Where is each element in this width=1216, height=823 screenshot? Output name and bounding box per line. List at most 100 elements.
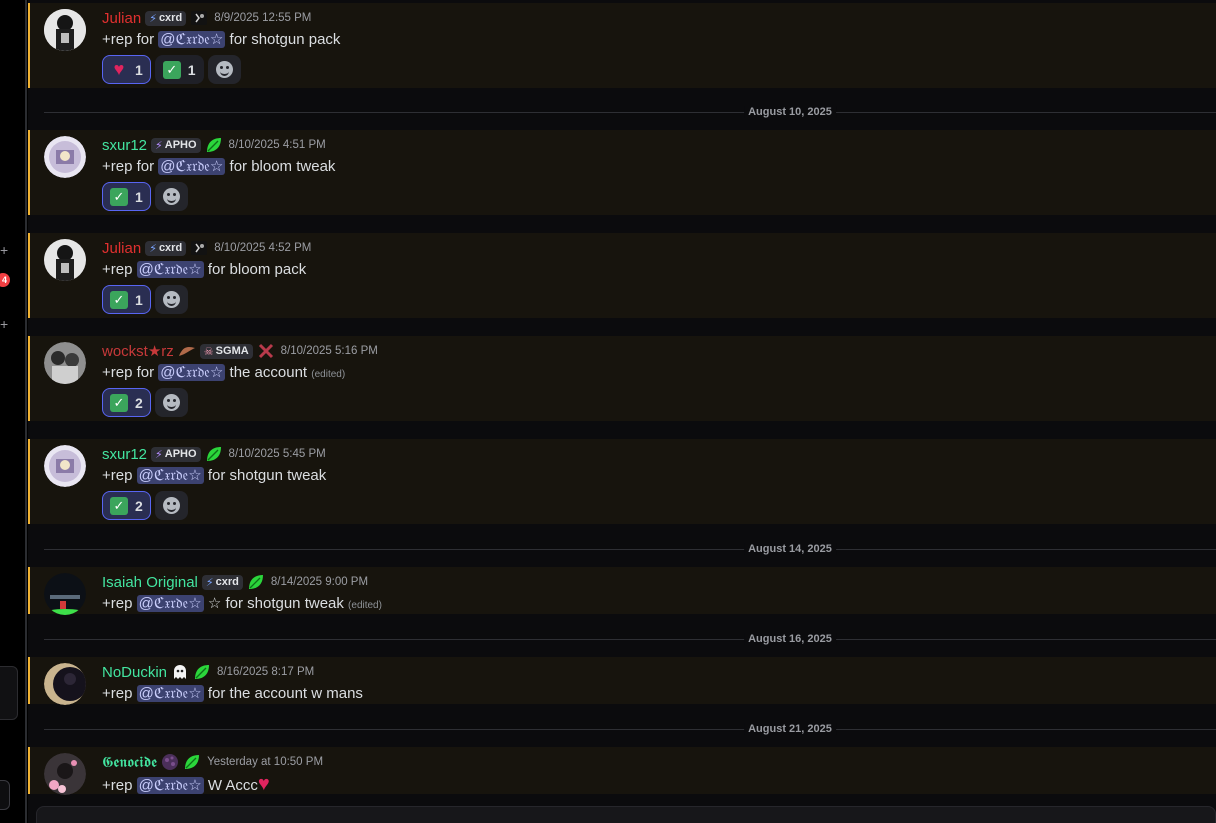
message: 𝕲𝖊𝖓𝖔𝖈𝖎𝖉𝖊 Yesterday at 10:50 PM +rep @ℭ𝔵𝔯… [28,747,1216,795]
timestamp: 8/14/2025 9:00 PM [270,576,369,588]
date-divider [44,729,1216,730]
bolt-icon: ⚡ [155,448,163,461]
edited-label: (edited) [311,369,346,380]
timestamp: 8/10/2025 5:16 PM [280,345,378,357]
reactions: ✓ 2 [102,388,188,417]
message: sxur12 ⚡ APHO 8/10/2025 5:45 PM +rep @ℭ𝔵𝔯… [28,439,1216,524]
avatar[interactable] [44,9,86,51]
bolt-icon: ⚡ [149,242,157,255]
add-reaction-button[interactable] [154,182,188,211]
message-input[interactable] [36,806,1216,823]
date-divider-label: August 10, 2025 [744,106,836,118]
badge-icon [190,9,208,27]
strip-scrollbar[interactable] [25,0,27,823]
avatar[interactable] [44,445,86,487]
badge-icon [190,239,208,257]
timestamp: 8/10/2025 4:52 PM [214,242,312,254]
user-mention[interactable]: @ℭ𝔵𝔯𝔡𝔢☆ [136,467,204,484]
heart-icon: ♥ [113,59,125,79]
reaction-check[interactable]: ✓ 1 [102,182,151,211]
smile-icon [162,497,180,514]
username[interactable]: wockst★rz [102,342,174,360]
reaction-check[interactable]: ✓ 2 [102,388,151,417]
server-strip: + 4 + [0,0,28,823]
leaf-icon [247,573,265,591]
check-icon: ✓ [110,187,128,206]
username[interactable]: Isaiah Original [102,574,198,591]
avatar[interactable] [44,753,86,795]
user-mention[interactable]: @ℭ𝔵𝔯𝔡𝔢☆ [136,777,204,794]
skull-icon: ☠ [203,345,214,358]
reactions: ✓ 2 [102,491,188,520]
clan-tag[interactable]: ⚡ cxrd [145,240,187,256]
server-icon[interactable] [0,780,10,810]
clan-tag[interactable]: ☠ SGMA [199,343,253,359]
message: Julian ⚡ cxrd 8/10/2025 4:52 PM +rep @ℭ𝔵𝔯… [28,233,1216,318]
check-icon: ✓ [110,393,128,412]
bolt-icon: ⚡ [155,139,163,152]
user-mention[interactable]: @ℭ𝔵𝔯𝔡𝔢☆ [136,685,204,702]
bolt-icon: ⚡ [205,576,214,589]
date-divider-label: August 21, 2025 [744,723,836,735]
server-icon[interactable] [0,666,18,720]
avatar[interactable] [44,663,86,705]
leaf-icon [205,136,223,154]
avatar[interactable] [44,573,86,615]
user-mention[interactable]: @ℭ𝔵𝔯𝔡𝔢☆ [158,31,226,48]
username[interactable]: sxur12 [102,137,147,154]
unread-badge: 4 [0,273,10,287]
plus-icon[interactable]: + [0,317,8,331]
reactions: ✓ 1 [102,285,188,314]
timestamp: 8/16/2025 8:17 PM [217,666,315,678]
user-mention[interactable]: @ℭ𝔵𝔯𝔡𝔢☆ [136,261,204,278]
username[interactable]: NoDuckin [102,664,167,681]
user-mention[interactable]: @ℭ𝔵𝔯𝔡𝔢☆ [158,158,226,175]
bolt-icon: ⚡ [149,12,157,25]
reaction-check[interactable]: ✓ 1 [102,285,151,314]
message-content: +rep @ℭ𝔵𝔯𝔡𝔢☆ for shotgun tweak [102,467,327,484]
username[interactable]: Julian [102,240,141,257]
username[interactable]: 𝕲𝖊𝖓𝖔𝖈𝖎𝖉𝖊 [102,754,157,771]
reaction-check[interactable]: ✓ 2 [102,491,151,520]
add-reaction-button[interactable] [154,388,188,417]
wings-icon [178,342,196,360]
message-content: +rep for @ℭ𝔵𝔯𝔡𝔢☆ for bloom tweak [102,158,336,175]
message: Julian ⚡ cxrd 8/9/2025 12:55 PM +rep for … [28,3,1216,88]
reactions: ♥ 1 ✓ 1 [102,55,241,84]
date-divider [44,112,1216,113]
plus-icon[interactable]: + [0,243,8,257]
user-mention[interactable]: @ℭ𝔵𝔯𝔡𝔢☆ [158,364,226,381]
reaction-heart[interactable]: ♥ 1 [102,55,151,84]
user-mention[interactable]: @ℭ𝔵𝔯𝔡𝔢☆ [136,595,204,612]
message-content: +rep for @ℭ𝔵𝔯𝔡𝔢☆ the account (edited) [102,364,346,381]
heart-icon: ♥ [257,773,270,795]
reactions: ✓ 1 [102,182,188,211]
username[interactable]: Julian [102,10,141,27]
reaction-check[interactable]: ✓ 1 [154,55,204,84]
edited-label: (edited) [348,600,382,611]
leaf-icon [193,663,211,681]
check-icon: ✓ [162,60,181,79]
check-icon: ✓ [110,496,128,515]
clan-tag[interactable]: ⚡ cxrd [201,574,243,590]
add-reaction-button[interactable] [154,491,188,520]
ghost-icon [171,663,189,681]
message-content: +rep @ℭ𝔵𝔯𝔡𝔢☆ for the account w mans [102,685,363,702]
clan-tag[interactable]: ⚡ APHO [151,137,201,153]
username[interactable]: sxur12 [102,446,147,463]
avatar[interactable] [44,342,86,384]
leaf-icon [183,753,201,771]
avatar[interactable] [44,239,86,281]
clan-tag[interactable]: ⚡ APHO [151,446,201,462]
add-reaction-button[interactable] [154,285,188,314]
leaf-icon [205,445,223,463]
avatar[interactable] [44,136,86,178]
add-reaction-button[interactable] [207,55,241,84]
message-content: +rep @ℭ𝔵𝔯𝔡𝔢☆ W Accc♥ [102,773,270,795]
smile-icon [162,394,180,411]
check-icon: ✓ [110,290,128,309]
clan-tag[interactable]: ⚡ cxrd [145,10,187,26]
message: NoDuckin 8/16/2025 8:17 PM +rep @ℭ𝔵𝔯𝔡𝔢☆ … [28,657,1216,705]
date-divider-label: August 16, 2025 [744,633,836,645]
smile-icon [215,61,233,78]
